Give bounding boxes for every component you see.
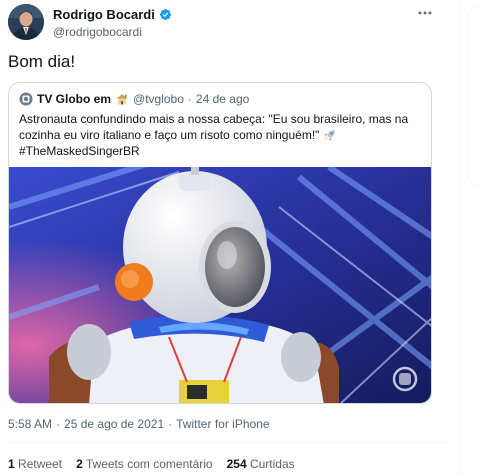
quote-tweets-label: Tweets com comentário [85,457,213,471]
divider [8,442,447,443]
tweet-source[interactable]: Twitter for iPhone [176,417,269,431]
person-avatar-icon [8,4,44,40]
author-display-name[interactable]: Rodrigo Bocardi [53,7,155,22]
likes-label: Curtidas [249,457,295,471]
quote-separator: · [187,92,192,106]
tweet-time[interactable]: 5:58 AM [8,417,52,431]
tweet: Rodrigo Bocardi @rodrigobocardi Bom dia! [0,0,447,475]
quoted-tweet[interactable]: TV Globo em @tvglobo · 24 de ago Astrona… [8,82,432,404]
likes-stat[interactable]: 254 Curtidas [227,457,295,471]
tweet-date[interactable]: 25 de ago de 2021 [64,417,164,431]
globo-logo-icon [19,92,33,106]
tweet-meta: 5:58 AM · 25 de ago de 2021 · Twitter fo… [8,417,270,431]
author-handle[interactable]: @rodrigobocardi [53,25,172,39]
meta-separator: · [56,417,61,431]
tweet-stats: 1 Retweet 2 Tweets com comentário 254 Cu… [8,457,295,471]
quote-header: TV Globo em @tvglobo · 24 de ago [19,92,249,106]
sidebar-card [467,6,477,186]
tweet-text: Bom dia! [8,52,76,71]
house-emoji-icon [115,92,129,106]
likes-count: 254 [226,457,247,471]
retweets-stat[interactable]: 1 Retweet [8,457,62,471]
retweets-label: Retweet [18,457,63,471]
astronaut-costume-image[interactable] [9,167,431,403]
rocket-emoji-icon [323,129,336,141]
verified-badge-icon [159,8,172,21]
right-sidebar [460,0,477,475]
avatar[interactable] [8,4,44,40]
quote-body: Astronauta confundindo mais a nossa cabe… [19,112,409,142]
quote-tweets-stat[interactable]: 2 Tweets com comentário [76,457,213,471]
meta-separator: · [168,417,173,431]
quote-text: Astronauta confundindo mais a nossa cabe… [19,111,423,159]
quote-author-handle: @tvglobo [133,92,184,106]
quote-date: 24 de ago [195,92,250,106]
author-info: Rodrigo Bocardi @rodrigobocardi [53,7,172,39]
quote-hashtag[interactable]: #TheMaskedSingerBR [19,144,140,158]
quote-author-name: TV Globo em [37,92,112,106]
more-options-icon[interactable] [417,5,433,21]
retweets-count: 1 [8,457,15,471]
quote-tweets-count: 2 [76,457,83,471]
